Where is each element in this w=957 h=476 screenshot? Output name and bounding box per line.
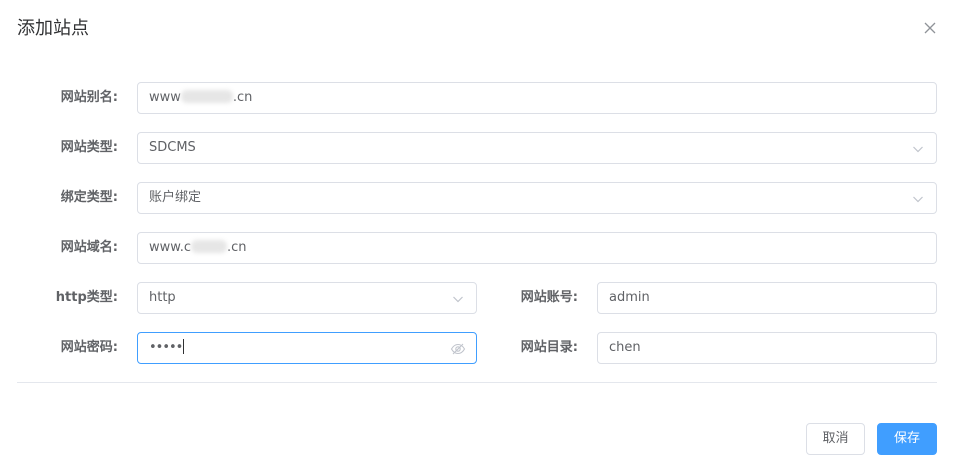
- bind-type-label: 绑定类型:: [60, 190, 118, 205]
- alias-input[interactable]: www .cn: [137, 82, 937, 114]
- account-input[interactable]: admin: [597, 282, 937, 314]
- domain-value: www.c .cn: [149, 240, 247, 255]
- account-value: admin: [609, 290, 650, 305]
- alias-label: 网站别名:: [60, 90, 118, 105]
- chevron-down-icon: [913, 196, 923, 203]
- bind-type-select[interactable]: 账户绑定: [137, 182, 937, 214]
- directory-value: chen: [609, 340, 641, 355]
- site-type-label: 网站类型:: [60, 140, 118, 155]
- http-type-label: http类型:: [55, 290, 118, 305]
- save-button[interactable]: 保存: [877, 423, 937, 455]
- divider: [17, 382, 937, 383]
- redacted-text: [180, 90, 233, 103]
- eye-off-icon[interactable]: [450, 341, 466, 357]
- http-type-select[interactable]: http: [137, 282, 477, 314]
- directory-input[interactable]: chen: [597, 332, 937, 364]
- add-site-dialog: 添加站点 网站别名: www .cn 网站类型: SDCMS 绑定类型: 账户绑定…: [0, 0, 957, 476]
- http-type-value: http: [149, 290, 176, 305]
- directory-label: 网站目录:: [520, 340, 578, 355]
- site-type-value: SDCMS: [149, 140, 196, 155]
- chevron-down-icon: [913, 146, 923, 153]
- alias-value: www .cn: [149, 90, 253, 105]
- text-caret: [183, 339, 185, 354]
- chevron-down-icon: [453, 296, 463, 303]
- bind-type-value: 账户绑定: [149, 190, 202, 205]
- domain-label: 网站域名:: [60, 240, 118, 255]
- dialog-title: 添加站点: [17, 18, 89, 39]
- password-label: 网站密码:: [60, 340, 118, 355]
- close-icon[interactable]: [922, 20, 938, 36]
- account-label: 网站账号:: [520, 290, 578, 305]
- password-value: •••••: [149, 339, 185, 355]
- redacted-text: [190, 240, 227, 253]
- site-type-select[interactable]: SDCMS: [137, 132, 937, 164]
- cancel-button[interactable]: 取消: [806, 423, 865, 455]
- domain-input[interactable]: www.c .cn: [137, 232, 937, 264]
- password-input[interactable]: •••••: [137, 332, 477, 364]
